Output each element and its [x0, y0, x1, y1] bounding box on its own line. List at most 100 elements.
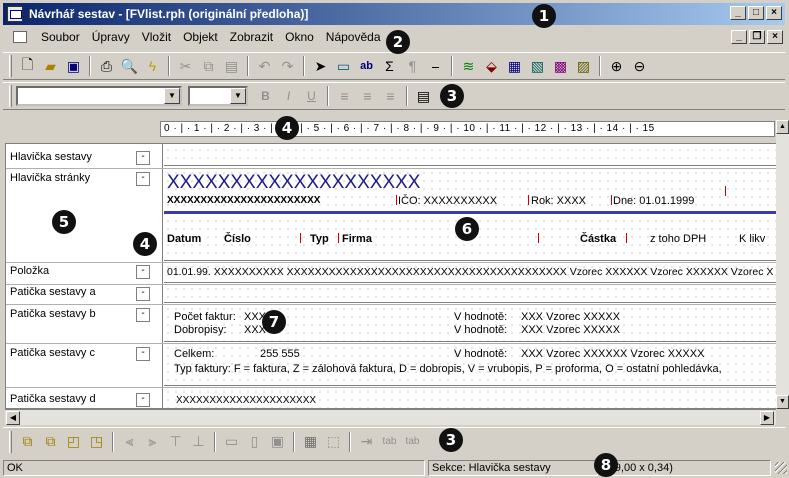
- section-toggle-page-header[interactable]: -: [136, 172, 150, 186]
- label-pocet-faktur[interactable]: Počet faktur:: [174, 311, 236, 323]
- bring-front-icon[interactable]: ⧉: [16, 431, 39, 453]
- section-toggle-footer-b[interactable]: -: [136, 308, 150, 322]
- menu-soubor[interactable]: Soubor: [35, 30, 86, 44]
- label-hodnote-1[interactable]: V hodnotě:: [454, 311, 507, 323]
- print-preview-icon[interactable]: 🔍: [118, 55, 141, 77]
- section-toggle-footer-c[interactable]: -: [136, 347, 150, 361]
- close-icon[interactable]: ×: [766, 6, 782, 20]
- scroll-up-icon[interactable]: ▲: [776, 120, 789, 134]
- field-company-address[interactable]: XXXXXXXXXXXXXXXXXXXXXXX: [167, 195, 320, 206]
- grid-icon[interactable]: ▦: [299, 431, 322, 453]
- font-name-combo[interactable]: ▼: [16, 86, 182, 106]
- cut-icon[interactable]: ✂: [174, 55, 197, 77]
- app-icon[interactable]: [7, 6, 23, 22]
- field4-icon[interactable]: ▨: [572, 55, 595, 77]
- lightning-icon[interactable]: ϟ: [141, 55, 164, 77]
- size-width-icon[interactable]: ▭: [220, 431, 243, 453]
- undo-icon[interactable]: ↶: [253, 55, 276, 77]
- field-icon[interactable]: ▦: [503, 55, 526, 77]
- toolbar-grip[interactable]: [9, 85, 12, 107]
- field-company-name[interactable]: XXXXXXXXXXXXXXXXXXXX: [167, 172, 420, 194]
- tab-order-icon[interactable]: ⇥: [355, 431, 378, 453]
- align-left-objs-icon[interactable]: ⫷: [118, 431, 141, 453]
- redo-icon[interactable]: ↷: [276, 55, 299, 77]
- column-dph[interactable]: z toho DPH: [650, 233, 706, 245]
- italic-icon[interactable]: I: [277, 85, 300, 107]
- mdi-restore-icon[interactable]: ❐: [749, 30, 765, 44]
- legend-typ-faktury[interactable]: Typ faktury: F = faktura, Z = zálohová f…: [174, 363, 776, 375]
- value-vzorec-1[interactable]: XXX Vzorec XXXXX: [521, 311, 620, 323]
- column-typ[interactable]: Typ: [310, 233, 329, 245]
- size-both-icon[interactable]: ▣: [266, 431, 289, 453]
- print-icon[interactable]: ⎙: [95, 55, 118, 77]
- title-bar[interactable]: Návrhář sestav - [FVlist.rph (originální…: [3, 3, 785, 25]
- align-bottom-objs-icon[interactable]: ⊥: [187, 431, 210, 453]
- send-back-icon[interactable]: ⧉: [39, 431, 62, 453]
- label-celkem[interactable]: Celkem:: [174, 348, 214, 360]
- section-toggle-footer-a[interactable]: -: [136, 287, 150, 301]
- value-vzorec-c[interactable]: XXX Vzorec XXXXXX Vzorec XXXXX: [521, 348, 704, 360]
- toolbar-grip[interactable]: [9, 430, 12, 453]
- field-dne[interactable]: Dne: 01.01.1999: [613, 195, 694, 207]
- menu-vlozit[interactable]: Vložit: [136, 30, 177, 44]
- font-size-combo[interactable]: ▼: [188, 86, 248, 106]
- section-toggle-item[interactable]: -: [136, 265, 150, 279]
- column-firma[interactable]: Firma: [342, 233, 372, 245]
- bold-icon[interactable]: B: [254, 85, 277, 107]
- section-band-report-header[interactable]: [164, 146, 776, 166]
- menu-upravy[interactable]: Úpravy: [86, 30, 136, 44]
- paste-icon[interactable]: ▤: [220, 55, 243, 77]
- scroll-down-icon[interactable]: ▼: [776, 395, 789, 409]
- new-doc-icon[interactable]: 🗋: [16, 55, 39, 77]
- zoom-out-icon[interactable]: ⊖: [628, 55, 651, 77]
- align-center-icon[interactable]: ≡: [356, 85, 379, 107]
- field3-icon[interactable]: ▩: [549, 55, 572, 77]
- section-toggle-footer-d[interactable]: -: [136, 393, 150, 407]
- align-right-objs-icon[interactable]: ⫸: [141, 431, 164, 453]
- label-hodnote-c[interactable]: V hodnotě:: [454, 348, 507, 360]
- align-right-icon[interactable]: ≡: [379, 85, 402, 107]
- field2-icon[interactable]: ▧: [526, 55, 549, 77]
- text-field-icon[interactable]: ▭: [332, 55, 355, 77]
- document-icon[interactable]: [13, 31, 27, 43]
- scroll-right-icon[interactable]: ▶: [760, 411, 774, 425]
- column-castka[interactable]: Částka: [580, 233, 616, 245]
- value-celkem[interactable]: 255 555: [260, 348, 300, 360]
- horizontal-scrollbar[interactable]: ◀ ▶: [5, 409, 776, 425]
- format-icon[interactable]: ≋: [457, 55, 480, 77]
- zoom-in-icon[interactable]: ⊕: [605, 55, 628, 77]
- align-top-objs-icon[interactable]: ⊤: [164, 431, 187, 453]
- vertical-scrollbar[interactable]: ▲ ▼: [776, 120, 789, 409]
- scroll-left-icon[interactable]: ◀: [6, 411, 20, 425]
- pointer-icon[interactable]: ➤: [309, 55, 332, 77]
- menu-zobrazit[interactable]: Zobrazit: [224, 30, 279, 44]
- copy-icon[interactable]: ⧉: [197, 55, 220, 77]
- size-height-icon[interactable]: ▯: [243, 431, 266, 453]
- label-dobropisy[interactable]: Dobropisy:: [174, 324, 227, 336]
- frame-icon[interactable]: ⬚: [322, 431, 345, 453]
- resize-grip-icon[interactable]: [775, 462, 787, 474]
- text-ab-icon[interactable]: ab: [355, 55, 378, 77]
- ungroup-icon[interactable]: ◳: [85, 431, 108, 453]
- item-row[interactable]: 01.01.99. XXXXXXXXXX XXXXXXXXXXXXXXXXXXX…: [167, 266, 776, 278]
- tab-select-icon[interactable]: tab: [401, 431, 424, 453]
- open-folder-icon[interactable]: ▰: [39, 55, 62, 77]
- section-toggle-report-header[interactable]: -: [136, 151, 150, 165]
- menu-napoveda[interactable]: Nápověda: [320, 30, 387, 44]
- mdi-close-icon[interactable]: ×: [767, 30, 783, 44]
- chevron-down-icon[interactable]: ▼: [230, 88, 246, 104]
- horizontal-ruler[interactable]: 0 · | · 1 · | · 2 · | · 3 · | · 4 · | · …: [160, 121, 775, 137]
- field-ico[interactable]: IČO: XXXXXXXXXX: [398, 195, 497, 207]
- line-icon[interactable]: ⎯: [424, 55, 447, 77]
- properties-icon[interactable]: ▤: [412, 85, 435, 107]
- menu-okno[interactable]: Okno: [279, 30, 320, 44]
- minimize-icon[interactable]: _: [730, 6, 746, 20]
- field-footer-d[interactable]: XXXXXXXXXXXXXXXXXXXXX: [176, 395, 316, 406]
- field-rok[interactable]: Rok: XXXX: [531, 195, 586, 207]
- paragraph-icon[interactable]: ¶: [401, 55, 424, 77]
- chevron-down-icon[interactable]: ▼: [164, 88, 180, 104]
- group-icon[interactable]: ◰: [62, 431, 85, 453]
- align-left-icon[interactable]: ≡: [333, 85, 356, 107]
- column-cislo[interactable]: Číslo: [224, 233, 251, 245]
- maximize-icon[interactable]: □: [748, 6, 764, 20]
